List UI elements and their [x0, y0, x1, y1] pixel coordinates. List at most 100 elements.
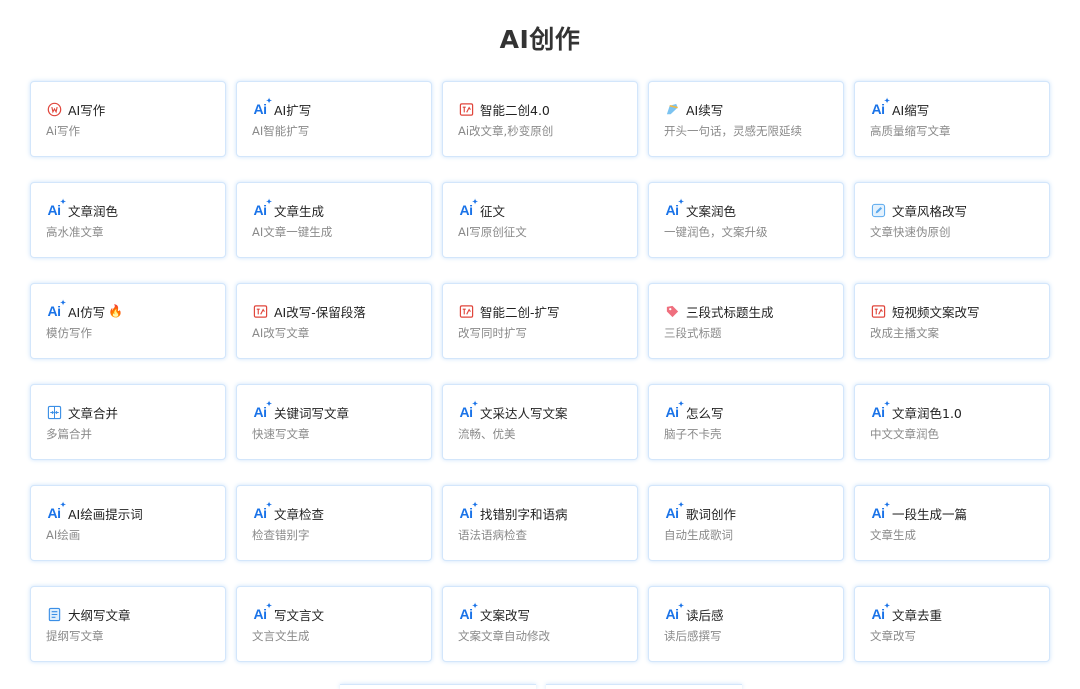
- card-title: AI续写: [686, 100, 723, 119]
- tool-card[interactable]: Ai ✦ 关键词写文章 快速写文章: [236, 384, 432, 460]
- card-description: 多篇合并: [46, 427, 92, 441]
- card-title: AI仿写 🔥: [68, 302, 123, 321]
- tool-card[interactable]: Ai ✦ 一段生成一篇 文章生成: [854, 485, 1050, 561]
- card-header: Ai ✦ 征文: [458, 199, 637, 220]
- ai-logo-icon: Ai ✦: [459, 603, 479, 622]
- card-title-text: AI扩写: [274, 102, 312, 118]
- card-header: Ai ✦ AI缩写: [870, 98, 1049, 119]
- card-header: 短视频文案改写: [870, 301, 1049, 321]
- tool-card[interactable]: Ai ✦ 文章润色 高水准文章: [30, 182, 226, 258]
- tool-card[interactable]: 文章合并 多篇合并: [30, 384, 226, 460]
- card-title: 文章润色1.0: [892, 403, 962, 422]
- card-title: AI改写-保留段落: [274, 302, 366, 321]
- edit-square-icon: [870, 202, 886, 218]
- card-description: AI写原创征文: [458, 225, 527, 239]
- tool-card[interactable]: Ai ✦ 文章润色1.0 中文文章润色: [854, 384, 1050, 460]
- card-title: 征文: [480, 201, 505, 220]
- card-header: AI改写-保留段落: [252, 301, 431, 321]
- tool-card[interactable]: Ai ✦ 文章去重 文章改写: [854, 586, 1050, 662]
- tool-card[interactable]: Ai ✦ 找错别字和语病 语法语病检查: [442, 485, 638, 561]
- card-header: Ai ✦ 读后感: [664, 603, 843, 624]
- tool-card[interactable]: 短视频文案改写 改成主播文案: [854, 283, 1050, 359]
- partial-card[interactable]: [546, 684, 742, 689]
- tool-card[interactable]: 三段式标题生成 三段式标题: [648, 283, 844, 359]
- tool-card[interactable]: Ai ✦ 文章生成 AI文章一键生成: [236, 182, 432, 258]
- tool-card[interactable]: AI改写-保留段落 AI改写文章: [236, 283, 432, 359]
- card-title: AI写作: [68, 100, 105, 119]
- card-title: 文章生成: [274, 201, 324, 220]
- ai-logo-icon: Ai ✦: [47, 300, 67, 319]
- card-description: 提纲写文章: [46, 629, 104, 643]
- tool-card[interactable]: 大纲写文章提纲写文章: [30, 586, 226, 662]
- tool-card[interactable]: Ai ✦ 怎么写 脑子不卡壳: [648, 384, 844, 460]
- tool-card[interactable]: 文章风格改写 文章快速伪原创: [854, 182, 1050, 258]
- card-header: Ai ✦ AI仿写 🔥: [46, 300, 225, 321]
- tool-card[interactable]: AI续写 开头一句话，灵感无限延续: [648, 81, 844, 157]
- partial-card[interactable]: [340, 684, 536, 689]
- tool-card[interactable]: Ai ✦ 写文言文 文言文生成: [236, 586, 432, 662]
- tool-grid: AI写作 Ai写作 Ai ✦ AI扩写 AI智能扩写 智能二创4.0 Ai改文章,秒变原创 AI…: [30, 81, 1050, 662]
- card-title-text: 智能二创-扩写: [480, 304, 560, 320]
- card-title-text: AI绘画提示词: [68, 506, 143, 522]
- card-title: 歌词创作: [686, 504, 736, 523]
- ai-logo-icon: Ai ✦: [665, 401, 685, 420]
- tool-card[interactable]: 智能二创4.0 Ai改文章,秒变原创: [442, 81, 638, 157]
- tool-card[interactable]: Ai ✦ AI绘画提示词 AI绘画: [30, 485, 226, 561]
- card-title-text: 征文: [480, 203, 506, 219]
- card-header: Ai ✦ 文章润色1.0: [870, 401, 1049, 422]
- card-header: AI写作: [46, 99, 225, 119]
- card-title: 智能二创-扩写: [480, 302, 560, 321]
- tool-card[interactable]: Ai ✦ 文章检查 检查错别字: [236, 485, 432, 561]
- rewrite-square-icon: [252, 303, 268, 319]
- ai-logo-icon: Ai ✦: [665, 603, 685, 622]
- card-header: Ai ✦ 文章去重: [870, 603, 1049, 624]
- card-header: AI续写: [664, 99, 843, 119]
- tool-card[interactable]: 智能二创-扩写 改写同时扩写: [442, 283, 638, 359]
- card-header: Ai ✦ 怎么写: [664, 401, 843, 422]
- card-description: 文言文生成: [252, 629, 310, 643]
- card-title-text: 写文言文: [274, 607, 325, 623]
- ai-logo-icon: Ai ✦: [253, 98, 273, 117]
- card-header: 智能二创4.0: [458, 99, 637, 119]
- card-header: Ai ✦ 文案润色: [664, 199, 843, 220]
- card-title: 短视频文案改写: [892, 302, 980, 321]
- card-title: 怎么写: [686, 403, 724, 422]
- tool-card[interactable]: Ai ✦ 文案改写 文案文章自动修改: [442, 586, 638, 662]
- card-title: 文章检查: [274, 504, 324, 523]
- tool-card[interactable]: Ai ✦ AI缩写高质量缩写文章: [854, 81, 1050, 157]
- card-description: 高质量缩写文章: [870, 124, 951, 138]
- card-description: 文案文章自动修改: [458, 629, 550, 643]
- tool-card[interactable]: Ai ✦ 征文 AI写原创征文: [442, 182, 638, 258]
- page-title: AI创作: [499, 25, 581, 54]
- card-title-text: 一段生成一篇: [892, 506, 968, 522]
- tool-card[interactable]: Ai ✦ AI扩写 AI智能扩写: [236, 81, 432, 157]
- card-title-text: 文章检查: [274, 506, 325, 522]
- rewrite-square-icon: [458, 303, 474, 319]
- tool-card[interactable]: Ai ✦ 文案润色 一键润色，文案升级: [648, 182, 844, 258]
- card-description: Ai写作: [46, 124, 81, 138]
- card-title-text: 大纲写文章: [68, 607, 131, 623]
- card-title-text: 文章风格改写: [892, 203, 968, 219]
- card-title-text: 文案润色: [686, 203, 737, 219]
- card-title: AI绘画提示词: [68, 504, 143, 523]
- card-header: Ai ✦ 歌词创作: [664, 502, 843, 523]
- card-title-text: AI写作: [68, 102, 106, 118]
- card-title-text: 智能二创4.0: [480, 102, 550, 118]
- tool-card[interactable]: Ai ✦ 歌词创作 自动生成歌词: [648, 485, 844, 561]
- ai-logo-icon: Ai ✦: [47, 199, 67, 218]
- card-header: Ai ✦ 找错别字和语病: [458, 502, 637, 523]
- tool-card[interactable]: Ai ✦ 文采达人写文案 流畅、优美: [442, 384, 638, 460]
- merge-icon: [46, 404, 62, 420]
- card-header: 三段式标题生成: [664, 301, 843, 321]
- tool-card[interactable]: Ai ✦ AI仿写 🔥 模仿写作: [30, 283, 226, 359]
- ai-logo-icon: Ai ✦: [665, 502, 685, 521]
- tool-card[interactable]: Ai ✦ 读后感 读后感撰写: [648, 586, 844, 662]
- card-title: 大纲写文章: [68, 605, 131, 624]
- card-header: Ai ✦ 关键词写文章: [252, 401, 431, 422]
- ai-logo-icon: Ai ✦: [253, 199, 273, 218]
- card-title-text: 怎么写: [686, 405, 724, 421]
- card-title: 一段生成一篇: [892, 504, 967, 523]
- card-description: 模仿写作: [46, 326, 92, 340]
- tool-card[interactable]: AI写作 Ai写作: [30, 81, 226, 157]
- quill-pen-icon: [664, 101, 680, 117]
